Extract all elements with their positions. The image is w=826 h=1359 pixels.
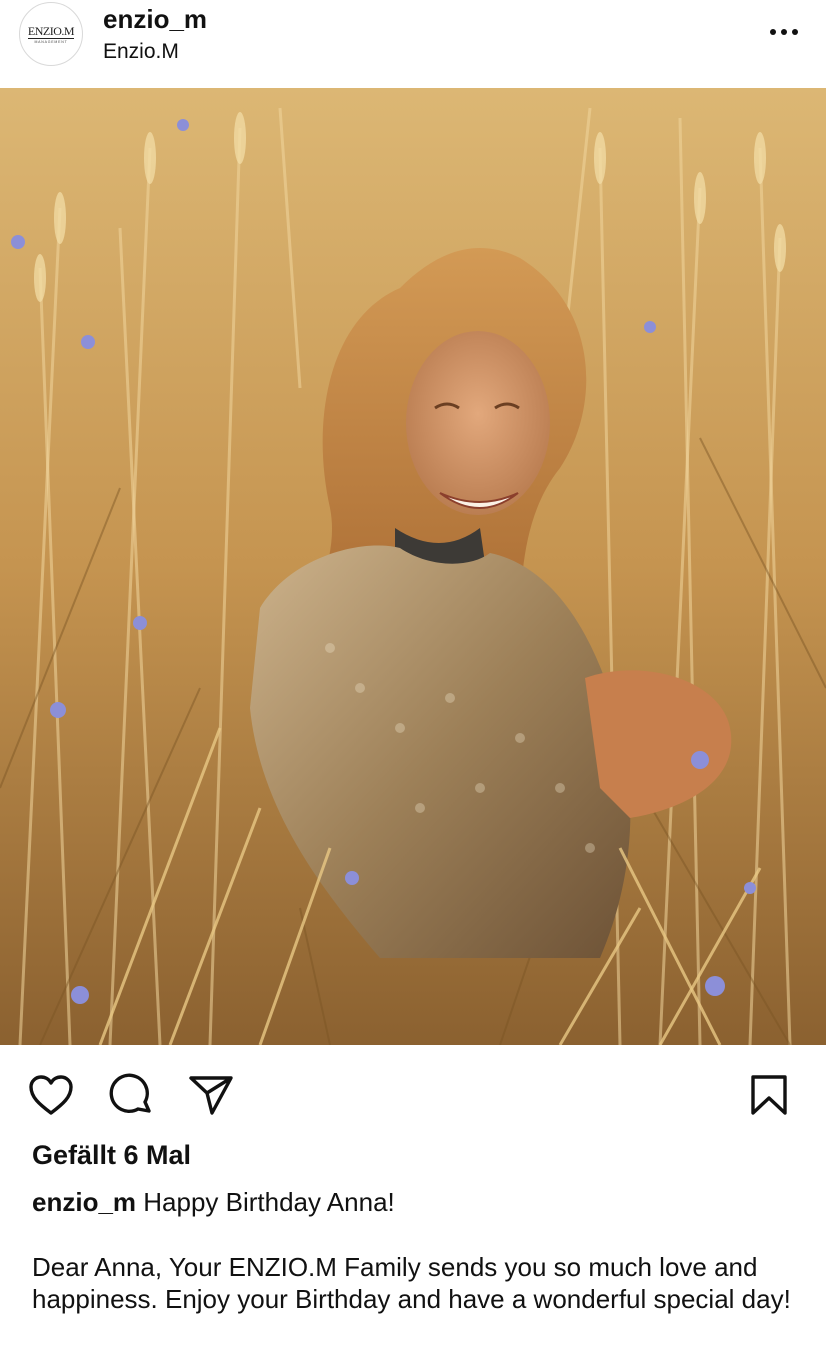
photo-illustration	[0, 88, 826, 1045]
avatar[interactable]: ENZIO.M MANAGEMENT	[19, 2, 83, 66]
bookmark-icon	[751, 1075, 787, 1115]
post-header: ENZIO.M MANAGEMENT enzio_m Enzio.M	[0, 0, 826, 88]
share-button[interactable]	[186, 1070, 236, 1120]
post-username[interactable]: enzio_m	[103, 4, 207, 35]
avatar-logo: ENZIO.M	[27, 23, 75, 39]
save-button[interactable]	[744, 1070, 794, 1120]
more-dot	[792, 29, 798, 35]
more-dot	[781, 29, 787, 35]
post-photo[interactable]	[0, 88, 826, 1045]
more-horizontal-icon	[770, 29, 776, 35]
comment-icon	[109, 1073, 151, 1113]
more-options-button[interactable]	[762, 20, 806, 44]
paper-plane-icon	[189, 1076, 233, 1115]
caption: enzio_m Happy Birthday Anna!	[32, 1186, 802, 1218]
heart-icon	[29, 1075, 73, 1115]
likes-count[interactable]: Gefällt 6 Mal	[32, 1140, 191, 1171]
caption-body: Dear Anna, Your ENZIO.M Family sends you…	[32, 1252, 791, 1314]
comment-button[interactable]	[106, 1070, 156, 1120]
instagram-post: ENZIO.M MANAGEMENT enzio_m Enzio.M Gefäl…	[0, 0, 826, 1359]
post-display-name[interactable]: Enzio.M	[103, 40, 179, 64]
like-button[interactable]	[26, 1070, 76, 1120]
caption-username[interactable]: enzio_m	[32, 1187, 136, 1217]
post-action-bar	[0, 1050, 826, 1140]
avatar-logo-subtitle: MANAGEMENT	[34, 39, 68, 44]
caption-text: Happy Birthday Anna!	[136, 1187, 395, 1217]
